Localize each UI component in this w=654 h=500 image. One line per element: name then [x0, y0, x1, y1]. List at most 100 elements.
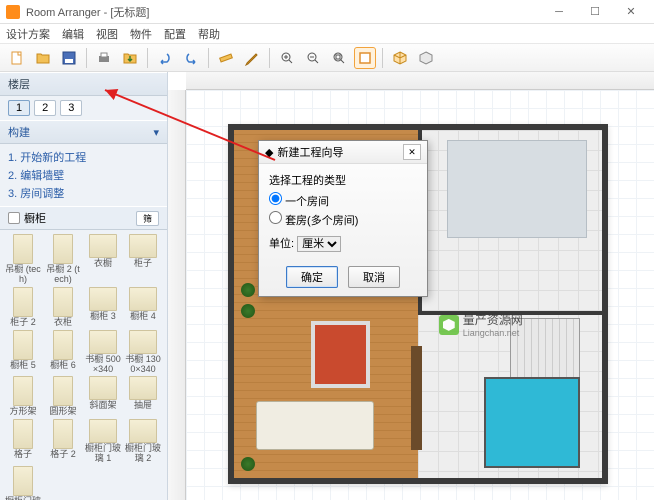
item-label: 书橱 500×340 [84, 355, 122, 375]
item-label: 吊橱 2 (tech) [44, 265, 82, 285]
radio-multi-room[interactable]: 套房(多个房间) [269, 210, 417, 229]
step-new-project[interactable]: 1. 开始新的工程 [8, 148, 159, 166]
walkthrough-button[interactable] [415, 47, 437, 69]
library-item[interactable]: 柜子 [124, 234, 162, 285]
item-thumbnail [89, 419, 117, 443]
build-header[interactable]: 构建 ▾ [0, 120, 167, 144]
note-button[interactable] [241, 47, 263, 69]
step-adjust-rooms[interactable]: 3. 房间调整 [8, 184, 159, 202]
library-item[interactable]: 吊橱 (tech) [4, 234, 42, 285]
rug[interactable] [311, 321, 370, 387]
library-item[interactable]: 橱柜 5 [4, 330, 42, 375]
ruler-vertical [168, 90, 186, 500]
floor-tab-1[interactable]: 1 [8, 100, 30, 116]
item-label: 柜子 [124, 259, 162, 269]
item-label: 斜面架 [84, 401, 122, 411]
ruler-horizontal [186, 72, 654, 90]
toolbar [0, 44, 654, 72]
ok-button[interactable]: 确定 [286, 266, 338, 288]
library-item[interactable]: 衣柜 [44, 287, 82, 328]
library-item[interactable]: 斜面架 [84, 376, 122, 417]
menu-item[interactable]: 配置 [164, 26, 186, 42]
close-button[interactable]: ✕ [614, 2, 648, 22]
new-project-dialog: ◆ 新建工程向导 ✕ 选择工程的类型 一个房间 套房(多个房间) 单位: 厘米 … [258, 140, 428, 297]
item-thumbnail [129, 330, 157, 354]
item-thumbnail [13, 287, 33, 317]
library-item[interactable]: 衣橱 [84, 234, 122, 285]
redo-button[interactable] [180, 47, 202, 69]
floors-header[interactable]: 楼层 [0, 72, 167, 96]
open-button[interactable] [32, 47, 54, 69]
item-label: 橱柜 3 [84, 312, 122, 322]
library-item[interactable]: 抽屉 [124, 376, 162, 417]
print-button[interactable] [93, 47, 115, 69]
menubar: 设计方案 编辑 视图 物件 配置 帮助 [0, 24, 654, 44]
zoom-in-button[interactable] [276, 47, 298, 69]
watermark: 量产资源网 Liangchan.net [439, 311, 523, 338]
radio-single-room[interactable]: 一个房间 [269, 191, 417, 210]
library-item[interactable]: 橱柜门玻璃 2 [124, 419, 162, 464]
menu-item[interactable]: 帮助 [198, 26, 220, 42]
item-label: 书橱 1300×340 [124, 355, 162, 375]
category-header[interactable]: 橱柜 筛 [0, 206, 167, 230]
object-library: 吊橱 (tech)吊橱 2 (tech)衣橱柜子柜子 2衣柜橱柜 3橱柜 4 橱柜… [0, 230, 167, 500]
library-item[interactable]: 格子 2 [44, 419, 82, 464]
item-label: 格子 2 [44, 450, 82, 460]
bathroom[interactable] [484, 377, 580, 467]
titlebar: Room Arranger - [无标题] ─ ☐ ✕ [0, 0, 654, 24]
library-item[interactable]: 柜子 2 [4, 287, 42, 328]
view-3d-button[interactable] [389, 47, 411, 69]
doc-title: - [无标题] [104, 7, 150, 19]
dialog-title: 新建工程向导 [277, 144, 343, 160]
watermark-text: 量产资源网 [463, 311, 523, 328]
new-button[interactable] [6, 47, 28, 69]
undo-button[interactable] [154, 47, 176, 69]
cancel-button[interactable]: 取消 [348, 266, 400, 288]
watermark-subtext: Liangchan.net [463, 328, 523, 338]
library-item[interactable]: 橱柜 3 [84, 287, 122, 328]
menu-item[interactable]: 编辑 [62, 26, 84, 42]
dialog-titlebar[interactable]: ◆ 新建工程向导 ✕ [259, 141, 427, 164]
library-item[interactable]: 书橱 500×340 [84, 330, 122, 375]
maximize-button[interactable]: ☐ [578, 2, 612, 22]
measure-button[interactable] [215, 47, 237, 69]
library-item[interactable]: 方形架 [4, 376, 42, 417]
item-thumbnail [53, 330, 73, 360]
app-icon [6, 5, 20, 19]
item-thumbnail [53, 419, 73, 449]
item-label: 橱柜 6 [44, 361, 82, 371]
library-item[interactable]: 圆形架 [44, 376, 82, 417]
library-item[interactable]: 橱柜 6 [44, 330, 82, 375]
filter-button[interactable]: 筛 [136, 211, 159, 226]
sofa[interactable] [256, 401, 374, 450]
save-button[interactable] [58, 47, 80, 69]
menu-item[interactable]: 物件 [130, 26, 152, 42]
menu-item[interactable]: 设计方案 [6, 26, 50, 42]
step-edit-walls[interactable]: 2. 编辑墙壁 [8, 166, 159, 184]
menu-item[interactable]: 视图 [96, 26, 118, 42]
minimize-button[interactable]: ─ [542, 2, 576, 22]
export-button[interactable] [119, 47, 141, 69]
wizard-icon: ◆ [265, 146, 273, 159]
zoom-fit-button[interactable] [328, 47, 350, 69]
item-thumbnail [13, 419, 33, 449]
floor-tab-3[interactable]: 3 [60, 100, 82, 116]
kitchen-counter[interactable] [447, 140, 587, 237]
library-item[interactable]: 橱柜门玻璃 3 [4, 466, 42, 500]
library-item[interactable]: 橱柜 4 [124, 287, 162, 328]
item-label: 方形架 [4, 407, 42, 417]
item-thumbnail [13, 330, 33, 360]
zoom-out-button[interactable] [302, 47, 324, 69]
unit-select[interactable]: 厘米 [297, 236, 341, 252]
view-2d-button[interactable] [354, 47, 376, 69]
build-steps: 1. 开始新的工程 2. 编辑墙壁 3. 房间调整 [0, 144, 167, 206]
tv-unit[interactable] [411, 346, 422, 450]
item-label: 橱柜 5 [4, 361, 42, 371]
dialog-close-button[interactable]: ✕ [403, 144, 421, 160]
library-item[interactable]: 吊橱 2 (tech) [44, 234, 82, 285]
item-thumbnail [129, 287, 157, 311]
library-item[interactable]: 书橱 1300×340 [124, 330, 162, 375]
floor-tab-2[interactable]: 2 [34, 100, 56, 116]
library-item[interactable]: 橱柜门玻璃 1 [84, 419, 122, 464]
library-item[interactable]: 格子 [4, 419, 42, 464]
